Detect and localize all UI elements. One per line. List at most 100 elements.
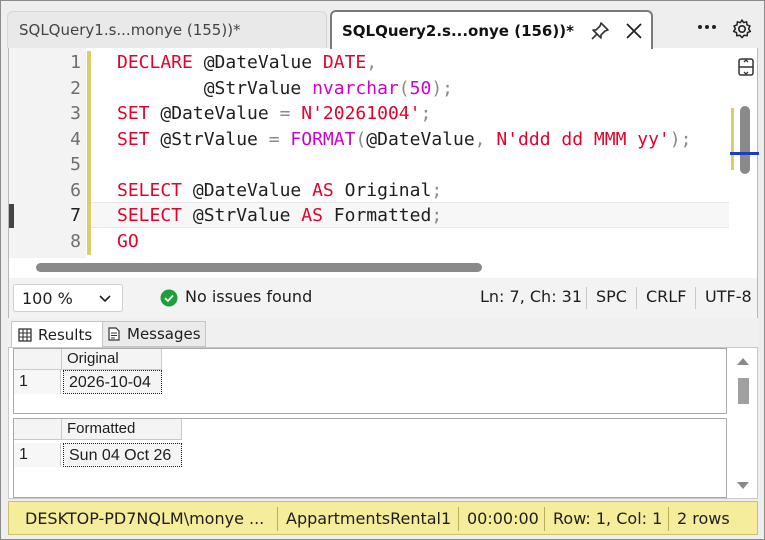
code-token: Formatted	[322, 205, 432, 226]
code-token: );	[431, 77, 453, 99]
code-token: =	[279, 103, 302, 124]
tab-messages-label: Messages	[127, 325, 201, 343]
row-col-position: Row: 1, Col: 1	[553, 509, 663, 528]
elapsed-time: 00:00:00	[467, 509, 539, 528]
status-divider	[544, 507, 545, 531]
row-number[interactable]: 1	[14, 443, 61, 467]
line-number: 4	[70, 128, 81, 150]
tab-messages[interactable]: Messages	[102, 321, 206, 347]
whitespace-mode[interactable]: SPC	[596, 287, 627, 306]
results-tab-bar: Results Messages	[8, 318, 758, 347]
line-ending[interactable]: CRLF	[646, 287, 686, 306]
vertical-scrollbar-thumb[interactable]	[740, 106, 750, 174]
code-token: N'ddd dd MMM yy'	[496, 128, 670, 150]
scrollbar-caret-marker	[730, 152, 759, 155]
line-number: 7	[70, 205, 81, 226]
code-token: 50	[409, 77, 432, 99]
window: SQLQuery1.s...monye (155))* SQLQuery2.s.…	[0, 0, 765, 540]
code-token: @StrValue	[149, 128, 269, 150]
line-number: 3	[70, 103, 81, 124]
column-header[interactable]: Original	[62, 349, 162, 370]
more-options-icon[interactable]	[696, 18, 718, 36]
code-token: Original	[333, 179, 432, 201]
tab-sqlquery2[interactable]: SQLQuery2.s...onye (156))*	[330, 10, 653, 49]
status-divider	[277, 507, 278, 531]
result-grid-original[interactable]: Original 1 2026-10-04	[13, 348, 727, 414]
split-editor-icon[interactable]	[736, 57, 756, 77]
tab-sqlquery1[interactable]: SQLQuery1.s...monye (155))*	[7, 11, 327, 48]
code-token: GO	[117, 230, 139, 252]
code-token: ;	[431, 179, 443, 201]
code-token: N'20261004'	[301, 103, 421, 124]
results-pane: Original 1 2026-10-04 Formatted 1 Sun 04…	[8, 347, 758, 499]
code-line[interactable]: SELECT @StrValue AS Formatted;	[117, 203, 442, 228]
code-token: DECLARE	[117, 52, 193, 73]
code-token: @DateValue	[182, 179, 313, 201]
line-number: 5	[70, 154, 81, 175]
code-token: =	[268, 128, 291, 150]
zoom-dropdown[interactable]: 100 %	[13, 284, 123, 312]
code-token: ;	[431, 205, 443, 226]
code-token: AS	[312, 179, 334, 201]
line-number: 1	[70, 52, 81, 73]
server-name[interactable]: DESKTOP-PD7NQLM\monye ...	[25, 509, 264, 528]
row-number[interactable]: 1	[14, 370, 61, 394]
close-icon[interactable]	[624, 21, 644, 41]
status-divider	[636, 287, 637, 309]
line-number: 6	[70, 179, 81, 201]
code-token: DATE	[322, 52, 367, 73]
row-header-corner[interactable]	[14, 419, 62, 440]
current-line-marker	[9, 204, 14, 228]
status-divider	[586, 287, 587, 309]
code-line[interactable]: SELECT @DateValue AS Original;	[117, 178, 442, 203]
code-token: @DateValue	[149, 103, 280, 124]
line-number: 8	[70, 230, 81, 252]
code-line[interactable]: SET @DateValue = N'20261004';	[117, 101, 431, 126]
tab-results[interactable]: Results	[11, 321, 103, 347]
code-line[interactable]: DECLARE @DateValue DATE,	[117, 50, 377, 75]
chevron-down-icon	[99, 295, 111, 303]
database-name[interactable]: AppartmentsRental1	[286, 509, 451, 528]
issues-status[interactable]: No issues found	[185, 287, 312, 306]
code-token: @DateValue	[366, 128, 475, 150]
code-token: SELECT	[117, 179, 183, 201]
row-count: 2 rows	[677, 509, 730, 528]
horizontal-scrollbar-thumb[interactable]	[36, 263, 482, 272]
code-token: SET	[117, 128, 150, 150]
result-cell[interactable]: Sun 04 Oct 26	[63, 443, 182, 467]
pin-icon[interactable]	[590, 21, 610, 41]
code-editor[interactable]: 1 2 3 4 5 6 7 8 DECLARE @DateValue DATE, @StrVa…	[8, 48, 759, 278]
scroll-down-arrow-icon[interactable]	[737, 482, 749, 489]
code-token: );	[669, 128, 692, 150]
column-header[interactable]: Formatted	[62, 419, 182, 440]
code-token: @StrValue	[182, 205, 302, 226]
encoding[interactable]: UTF-8	[705, 287, 752, 306]
results-vertical-scrollbar[interactable]	[733, 352, 753, 494]
result-grid-formatted[interactable]: Formatted 1 Sun 04 Oct 26	[13, 418, 727, 498]
result-cell[interactable]: 2026-10-04	[63, 370, 162, 394]
code-line[interactable]: SET @StrValue = FORMAT(@DateValue, N'ddd…	[117, 127, 691, 152]
status-divider	[668, 507, 669, 531]
line-numbers: 1 2 3 4 5 6 7 8	[41, 48, 86, 258]
line-number: 2	[70, 77, 81, 99]
cursor-position[interactable]: Ln: 7, Ch: 31	[480, 287, 582, 306]
gear-icon[interactable]	[731, 18, 753, 40]
code-line[interactable]: GO	[117, 229, 139, 254]
code-token: (	[355, 128, 367, 150]
code-token: ,	[366, 52, 378, 73]
connection-status-bar: DESKTOP-PD7NQLM\monye ... AppartmentsRen…	[8, 501, 758, 535]
code-token: ;	[420, 103, 432, 124]
document-tab-bar: SQLQuery1.s...monye (155))* SQLQuery2.s.…	[1, 1, 764, 49]
status-divider	[458, 507, 459, 531]
results-scrollbar-thumb[interactable]	[738, 378, 749, 404]
code-token: SELECT	[117, 205, 183, 226]
scroll-up-arrow-icon[interactable]	[737, 358, 749, 365]
code-line[interactable]: @StrValue nvarchar(50);	[117, 76, 453, 101]
row-header-corner[interactable]	[14, 349, 62, 370]
code-token: @DateValue	[192, 52, 323, 73]
messages-icon	[108, 327, 120, 341]
code-token: AS	[301, 205, 323, 226]
status-divider	[695, 287, 696, 309]
scrollbar-change-marker	[731, 108, 734, 170]
code-token: @StrValue	[117, 77, 313, 99]
